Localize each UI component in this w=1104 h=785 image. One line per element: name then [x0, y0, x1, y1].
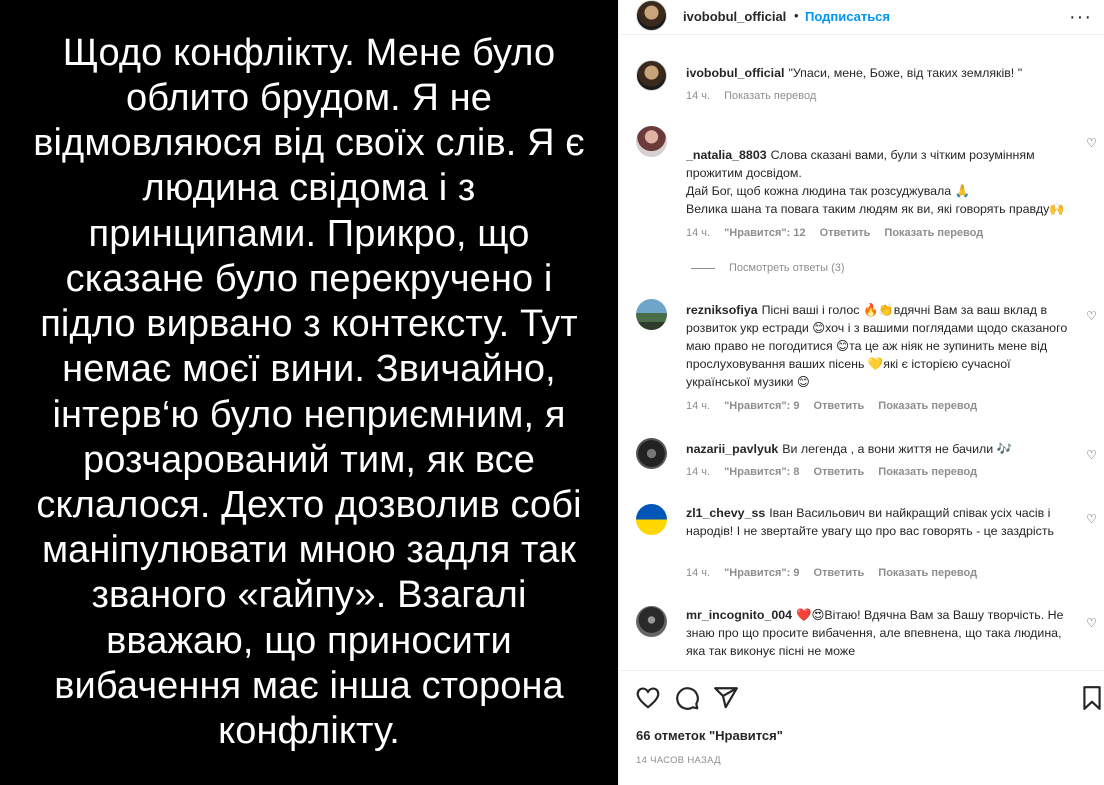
comment-likes[interactable]: "Нравится": 12 — [724, 227, 805, 239]
more-options-icon[interactable]: ··· — [1069, 6, 1092, 29]
bookmark-icon[interactable] — [1079, 685, 1104, 711]
commenter-avatar[interactable] — [636, 504, 667, 535]
commenter-avatar[interactable] — [636, 299, 667, 330]
author-username[interactable]: ivobobul_official — [683, 9, 786, 24]
comment-time: 14 ч. — [686, 400, 711, 412]
comment-time: 14 ч. — [686, 466, 711, 478]
commenter-avatar[interactable] — [636, 606, 667, 637]
share-icon[interactable] — [713, 685, 739, 711]
comment-time: 14 ч. — [686, 567, 711, 579]
view-replies[interactable]: Посмотреть ответы (3) — [691, 262, 845, 274]
post-time[interactable]: 14 ЧАСОВ НАЗАД — [636, 755, 721, 766]
commenter-username[interactable]: _natalia_8803 — [686, 148, 767, 162]
like-comment-icon[interactable]: ♡ — [1085, 617, 1098, 630]
translate-button[interactable]: Показать перевод — [878, 466, 977, 478]
translate-button[interactable]: Показать перевод — [878, 567, 977, 579]
comment-text: Ви легенда , а вони життя не бачили 🎶 — [782, 442, 1013, 456]
comment-likes[interactable]: "Нравится": 9 — [724, 567, 799, 579]
commenter-username[interactable]: rezniksofiya — [686, 303, 758, 317]
caption-text: "Упаси, мене, Боже, від таких земляків! … — [788, 66, 1023, 80]
reply-button[interactable]: Ответить — [813, 466, 864, 478]
commenter-avatar[interactable] — [636, 126, 667, 157]
comment-icon[interactable] — [674, 685, 700, 711]
translate-button[interactable]: Показать перевод — [878, 400, 977, 412]
caption-avatar[interactable] — [636, 60, 667, 91]
like-comment-icon[interactable]: ♡ — [1085, 513, 1098, 526]
commenter-username[interactable]: mr_incognito_004 — [686, 608, 792, 622]
like-comment-icon[interactable]: ♡ — [1085, 449, 1098, 462]
caption-username[interactable]: ivobobul_official — [686, 66, 784, 80]
separator-dot: • — [794, 8, 799, 23]
post-actions: 66 отметок "Нравится" 14 ЧАСОВ НАЗАД — [619, 670, 1104, 785]
commenter-username[interactable]: zl1_chevy_ss — [686, 506, 765, 520]
commenter-avatar[interactable] — [636, 438, 667, 469]
comment-time: 14 ч. — [686, 227, 711, 239]
view-replies-label[interactable]: Посмотреть ответы (3) — [729, 262, 845, 274]
caption-translate[interactable]: Показать перевод — [724, 90, 816, 102]
reply-button[interactable]: Ответить — [813, 567, 864, 579]
heart-icon[interactable] — [635, 685, 661, 711]
comment-likes[interactable]: "Нравится": 8 — [724, 466, 799, 478]
caption-time: 14 ч. — [686, 90, 711, 102]
translate-button[interactable]: Показать перевод — [884, 227, 983, 239]
post-text: Щодо конфлікту. Мене було облито брудом.… — [33, 31, 585, 752]
reply-button[interactable]: Ответить — [813, 400, 864, 412]
comments-panel: ivobobul_official • Подписаться ··· ivob… — [618, 0, 1104, 785]
likes-count[interactable]: 66 отметок "Нравится" — [636, 728, 783, 743]
author-avatar[interactable] — [636, 0, 667, 31]
post-media: Щодо конфлікту. Мене було облито брудом.… — [0, 0, 618, 785]
replies-divider — [691, 267, 715, 269]
follow-button[interactable]: Подписаться — [805, 9, 890, 24]
commenter-username[interactable]: nazarii_pavlyuk — [686, 442, 778, 456]
comments-list: ivobobul_official "Упаси, мене, Боже, від… — [619, 36, 1104, 669]
reply-button[interactable]: Ответить — [820, 227, 871, 239]
like-comment-icon[interactable]: ♡ — [1085, 310, 1098, 323]
post-header: ivobobul_official • Подписаться ··· — [619, 0, 1104, 35]
like-comment-icon[interactable]: ♡ — [1085, 137, 1098, 150]
comment-likes[interactable]: "Нравится": 9 — [724, 400, 799, 412]
